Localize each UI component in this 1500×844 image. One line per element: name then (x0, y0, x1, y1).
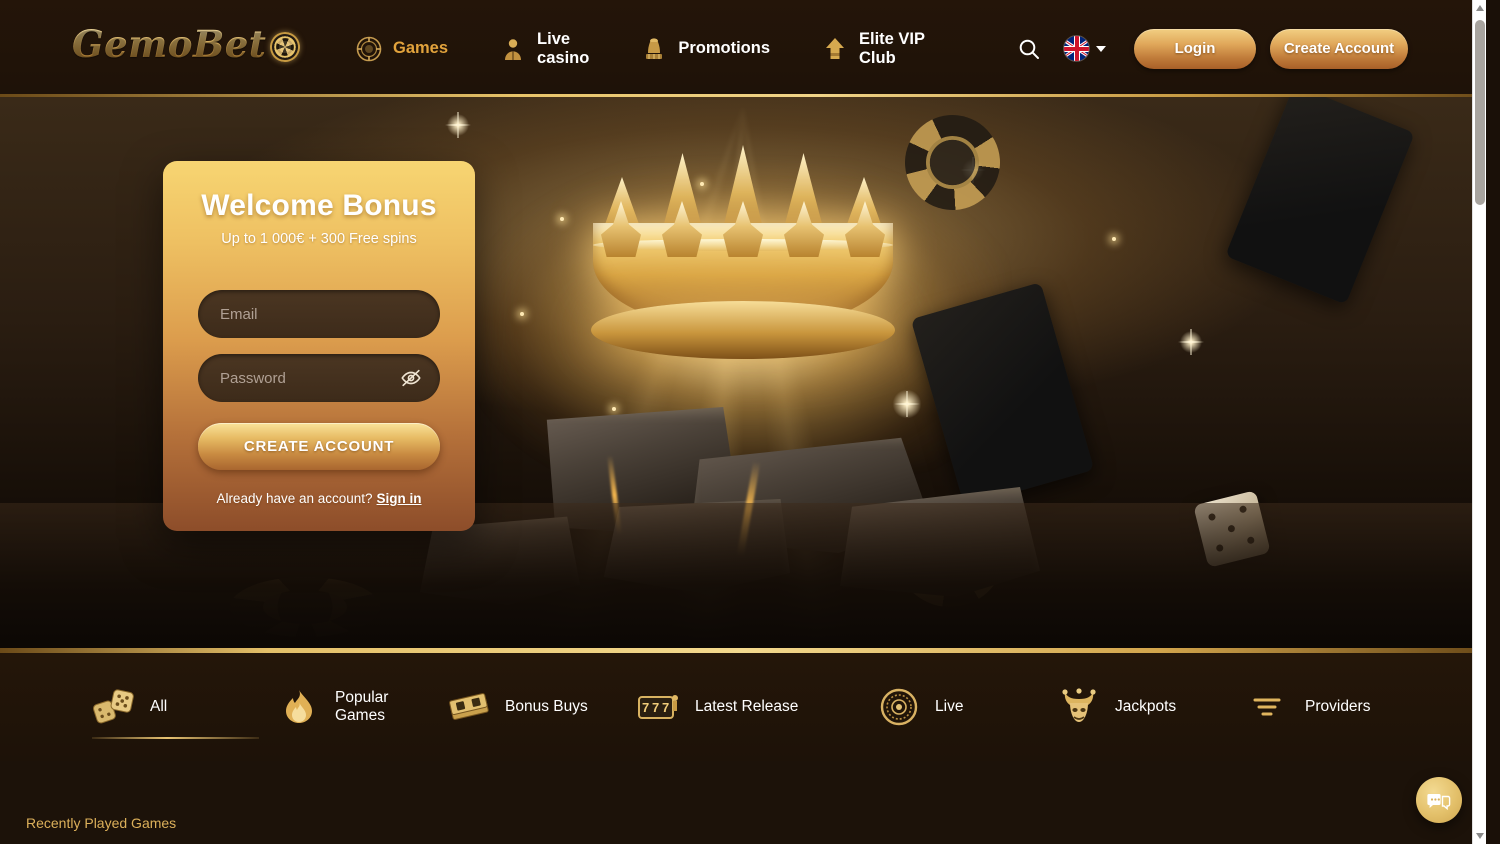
page-scrollbar[interactable] (1472, 0, 1486, 844)
nav-label-elite-vip-club: Elite VIP Club (859, 29, 926, 67)
category-bonus-buys[interactable]: Bonus Buys (447, 653, 637, 761)
bonus-subtitle: Up to 1 000€ + 300 Free spins (221, 231, 417, 247)
up-arrow-icon (826, 37, 844, 59)
category-popular-games[interactable]: Popular Games (277, 653, 447, 761)
content-area: Recently Played Games (0, 761, 1486, 844)
nav-item-games[interactable]: Games (330, 0, 474, 97)
flame-icon (286, 690, 312, 723)
eye-off-icon[interactable] (400, 367, 422, 389)
signin-prompt-text: Already have an account? (216, 491, 373, 506)
password-input[interactable] (220, 369, 418, 387)
email-field[interactable] (198, 290, 440, 338)
category-label-providers: Providers (1305, 697, 1371, 715)
chat-support-button[interactable] (1416, 777, 1462, 823)
category-providers[interactable]: Providers (1247, 653, 1417, 761)
category-bar: All Popular Games Bonus Buys 7 7 7 Lates… (0, 653, 1486, 761)
category-label-popular-games: Popular Games (335, 688, 389, 724)
password-field[interactable] (198, 354, 440, 402)
search-icon[interactable] (1012, 32, 1046, 66)
casino-chip-icon (356, 36, 382, 61)
money-stack-icon (449, 693, 489, 720)
svg-text:7: 7 (642, 700, 649, 715)
login-button[interactable]: Login (1134, 28, 1256, 69)
golden-crown-graphic (563, 105, 923, 359)
poker-chip-icon (266, 28, 305, 66)
category-label-all: All (150, 697, 168, 715)
language-selector[interactable] (1064, 36, 1106, 61)
scroll-up-arrow[interactable] (1473, 0, 1486, 16)
logo-text: GemoBet (72, 22, 267, 66)
bonus-title: Welcome Bonus (201, 189, 437, 222)
svg-text:7: 7 (652, 700, 659, 715)
scrollbar-thumb[interactable] (1475, 20, 1485, 205)
signin-prompt-row: Already have an account? Sign in (198, 491, 440, 506)
category-label-latest-release: Latest Release (695, 697, 799, 715)
filter-icon (1253, 698, 1281, 716)
nav-label-promotions: Promotions (678, 39, 770, 58)
nav-item-elite-vip-club[interactable]: Elite VIP Club (796, 0, 951, 97)
category-label-bonus-buys: Bonus Buys (505, 697, 588, 715)
dice-icon (92, 689, 134, 724)
main-navigation: Games Live casino Promotions Elite VIP C… (330, 0, 951, 97)
live-dealer-icon (505, 38, 522, 60)
page-root: GemoBet Games Live casino Promotions Eli… (0, 0, 1486, 844)
category-jackpots[interactable]: Jackpots (1057, 653, 1247, 761)
gift-fountain-icon (646, 37, 663, 59)
header-controls: Login Create Account (1012, 0, 1408, 97)
jester-mask-icon (1062, 688, 1096, 722)
category-all[interactable]: All (92, 653, 277, 761)
email-input[interactable] (220, 305, 418, 323)
category-latest-release[interactable]: 777 Latest Release (637, 653, 877, 761)
svg-text:7: 7 (662, 700, 669, 715)
welcome-bonus-card: Welcome Bonus Up to 1 000€ + 300 Free sp… (163, 161, 475, 531)
nav-item-promotions[interactable]: Promotions (615, 0, 796, 97)
chat-bubbles-icon (1427, 794, 1451, 811)
create-account-submit-button[interactable]: CREATE ACCOUNT (198, 423, 440, 470)
create-account-button[interactable]: Create Account (1270, 28, 1408, 69)
nav-label-games: Games (393, 39, 449, 58)
roulette-wheel-icon (880, 688, 918, 726)
uk-flag-icon (1064, 36, 1089, 61)
recently-played-heading: Recently Played Games (26, 815, 177, 831)
category-label-jackpots: Jackpots (1115, 697, 1177, 715)
site-logo[interactable]: GemoBet (72, 22, 305, 66)
category-label-live: Live (935, 697, 964, 715)
playing-card-decoration (1225, 97, 1415, 305)
chevron-down-icon (1096, 45, 1106, 52)
category-live[interactable]: Live (877, 653, 1057, 761)
slot-777-icon: 777 (638, 695, 678, 719)
site-header: GemoBet Games Live casino Promotions Eli… (0, 0, 1486, 97)
signin-link[interactable]: Sign in (377, 491, 422, 506)
scroll-down-arrow[interactable] (1473, 828, 1486, 844)
nav-label-live-casino: Live casino (537, 29, 590, 67)
nav-item-live-casino[interactable]: Live casino (474, 0, 615, 97)
